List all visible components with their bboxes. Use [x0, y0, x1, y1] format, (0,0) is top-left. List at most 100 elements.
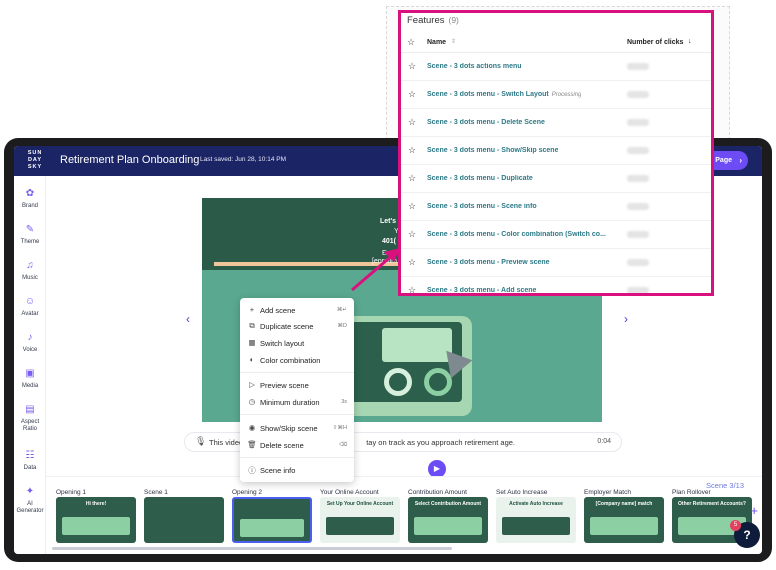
scene-thumbnail[interactable]: Hi there! — [56, 497, 136, 543]
blurred-click-count — [627, 287, 649, 293]
sidebar-item-theme[interactable]: ✎ Theme — [14, 224, 46, 246]
menu-item-show-skip-scene[interactable]: ◉ Show/Skip scene ⇧⌘H — [240, 422, 354, 436]
sidebar-item-label: Data — [23, 465, 37, 471]
feature-name-link[interactable]: Scene - 3 dots menu - Delete Scene — [427, 119, 545, 126]
star-icon[interactable]: ☆ — [408, 201, 416, 212]
thumb-title: Select Contribution Amount — [414, 501, 482, 507]
ai-generator-icon: ✦ — [25, 486, 35, 497]
feature-name: Scene - 3 dots menu - Duplicate — [427, 175, 533, 182]
feature-name-link[interactable]: Scene - 3 dots menu - Add scene — [427, 287, 536, 293]
menu-item-add-scene[interactable]: + Add scene ⌘↵ — [240, 304, 354, 318]
features-table-header: ☆ Name ⇕ Number of clicks ↓ — [401, 33, 711, 53]
menu-item-minimum-duration[interactable]: ◷ Minimum duration 3s — [240, 396, 354, 410]
feature-name-link[interactable]: Scene - 3 dots menu - Color combination … — [427, 231, 606, 238]
microphone-icon[interactable]: 🎙 — [195, 436, 206, 447]
eye-icon: ◉ — [248, 423, 256, 432]
menu-item-label: Duplicate scene — [260, 322, 314, 331]
menu-shortcut: 3s — [341, 399, 347, 405]
scene-thumbnail[interactable]: [Company name] match — [584, 497, 664, 543]
sidebar-item-label: Brand — [21, 203, 38, 209]
ring-chart-illustration — [384, 368, 412, 396]
brand-icon: ✿ — [25, 188, 35, 199]
thumb-title: Hi there! — [85, 501, 107, 507]
sidebar-item-media[interactable]: ▣ Media — [14, 368, 46, 390]
menu-item-switch-layout[interactable]: ▦ Switch layout — [240, 337, 354, 351]
scene-label: Opening 1 — [56, 489, 86, 496]
palette-icon: ◐ — [249, 355, 255, 364]
scene-thumbnail-selected[interactable] — [232, 497, 312, 543]
feature-name-link[interactable]: Scene - 3 dots actions menu — [427, 63, 522, 70]
feature-name: Scene - 3 dots menu - Switch Layout — [427, 91, 549, 98]
menu-item-label: Switch layout — [260, 339, 305, 348]
scene-thumbnail[interactable] — [144, 497, 224, 543]
feature-row[interactable]: ☆ Scene - 3 dots menu - Add scene — [401, 277, 711, 293]
feature-name: Scene - 3 dots menu - Color combination … — [427, 231, 606, 238]
menu-item-label: Add scene — [260, 306, 296, 315]
star-icon[interactable]: ☆ — [407, 37, 415, 48]
add-scene-plus-icon[interactable]: + — [750, 503, 758, 518]
feature-name-link[interactable]: Scene - 3 dots menu - Switch Layout Proce… — [427, 91, 581, 98]
sidebar-item-music[interactable]: ♫ Music — [14, 260, 46, 282]
scene-timeline: Scene 3/13 Opening 1 Hi there! Scene 1 O… — [46, 476, 762, 554]
feature-name: Scene - 3 dots menu - Preview scene — [427, 259, 550, 266]
star-icon[interactable]: ☆ — [408, 117, 416, 128]
previous-scene-icon[interactable]: ‹ — [186, 312, 190, 326]
sort-descending-icon[interactable]: ↓ — [688, 38, 692, 45]
scene-thumbnail[interactable]: Set Up Your Online Account — [320, 497, 400, 543]
slide-body-line1: Enro — [382, 250, 397, 257]
sidebar-item-ai-generator[interactable]: ✦ AI Generator — [14, 486, 46, 515]
sidebar-item-data[interactable]: ☷ Data — [14, 450, 46, 472]
data-icon: ☷ — [25, 450, 35, 461]
menu-item-duplicate-scene[interactable]: ⧉ Duplicate scene ⌘D — [240, 320, 354, 334]
star-icon[interactable]: ☆ — [408, 229, 416, 240]
menu-item-preview-scene[interactable]: ▷ Preview scene — [240, 379, 354, 393]
feature-name-link[interactable]: Scene - 3 dots menu - Preview scene — [427, 259, 550, 266]
menu-item-scene-info[interactable]: ⓘ Scene info — [240, 464, 354, 478]
star-icon[interactable]: ☆ — [408, 145, 416, 156]
blurred-click-count — [627, 259, 649, 266]
feature-row[interactable]: ☆ Scene - 3 dots menu - Show/Skip scene — [401, 137, 711, 165]
blurred-click-count — [627, 175, 649, 182]
sidebar-item-voice[interactable]: ♪ Voice — [14, 332, 46, 354]
sidebar-item-brand[interactable]: ✿ Brand — [14, 188, 46, 210]
next-scene-icon[interactable]: › — [624, 312, 628, 326]
feature-name-link[interactable]: Scene - 3 dots menu - Duplicate — [427, 175, 533, 182]
menu-item-label: Show/Skip scene — [260, 424, 318, 433]
menu-item-delete-scene[interactable]: 🗑 Delete scene ⌫ — [240, 439, 354, 453]
music-icon: ♫ — [26, 260, 34, 271]
feature-row[interactable]: ☆ Scene - 3 dots menu - Scene info — [401, 193, 711, 221]
column-header-clicks[interactable]: Number of clicks — [627, 39, 683, 46]
feature-row[interactable]: ☆ Scene - 3 dots menu - Delete Scene — [401, 109, 711, 137]
project-title[interactable]: Retirement Plan Onboarding — [60, 154, 199, 166]
feature-row[interactable]: ☆ Scene - 3 dots menu - Switch Layout Pro… — [401, 81, 711, 109]
feature-name-link[interactable]: Scene - 3 dots menu - Show/Skip scene — [427, 147, 558, 154]
timeline-scrollbar[interactable] — [52, 547, 452, 550]
star-icon[interactable]: ☆ — [408, 173, 416, 184]
menu-item-color-combination[interactable]: ◐ Color combination — [240, 354, 354, 368]
menu-item-label: Delete scene — [260, 441, 304, 450]
sidebar-item-avatar[interactable]: ☺ Avatar — [14, 296, 46, 318]
features-panel: Features (9) ☆ Name ⇕ Number of clicks ↓ … — [398, 10, 714, 296]
star-icon[interactable]: ☆ — [408, 257, 416, 268]
menu-item-label: Minimum duration — [260, 398, 320, 407]
scene-thumbnail[interactable]: Activate Auto Increase — [496, 497, 576, 543]
duplicate-icon: ⧉ — [249, 321, 255, 330]
sundaysky-logo[interactable]: SUN DAY SKY — [24, 150, 46, 171]
sidebar-item-aspect-ratio[interactable]: ▤ Aspect Ratio — [14, 404, 46, 433]
scene-thumbnail[interactable]: Select Contribution Amount — [408, 497, 488, 543]
layout-icon: ▦ — [248, 338, 256, 347]
scene-label: Scene 1 — [144, 489, 168, 496]
features-title: Features (9) — [407, 15, 459, 26]
feature-row[interactable]: ☆ Scene - 3 dots menu - Preview scene — [401, 249, 711, 277]
sort-icon[interactable]: ⇕ — [451, 38, 456, 45]
column-header-name[interactable]: Name — [427, 39, 446, 46]
star-icon[interactable]: ☆ — [408, 285, 416, 293]
thumb-illustration — [240, 519, 304, 537]
feature-row[interactable]: ☆ Scene - 3 dots actions menu — [401, 53, 711, 81]
star-icon[interactable]: ☆ — [408, 61, 416, 72]
narration-text-start: This video — [209, 438, 244, 447]
feature-row[interactable]: ☆ Scene - 3 dots menu - Duplicate — [401, 165, 711, 193]
feature-name-link[interactable]: Scene - 3 dots menu - Scene info — [427, 203, 537, 210]
feature-row[interactable]: ☆ Scene - 3 dots menu - Color combinatio… — [401, 221, 711, 249]
star-icon[interactable]: ☆ — [408, 89, 416, 100]
